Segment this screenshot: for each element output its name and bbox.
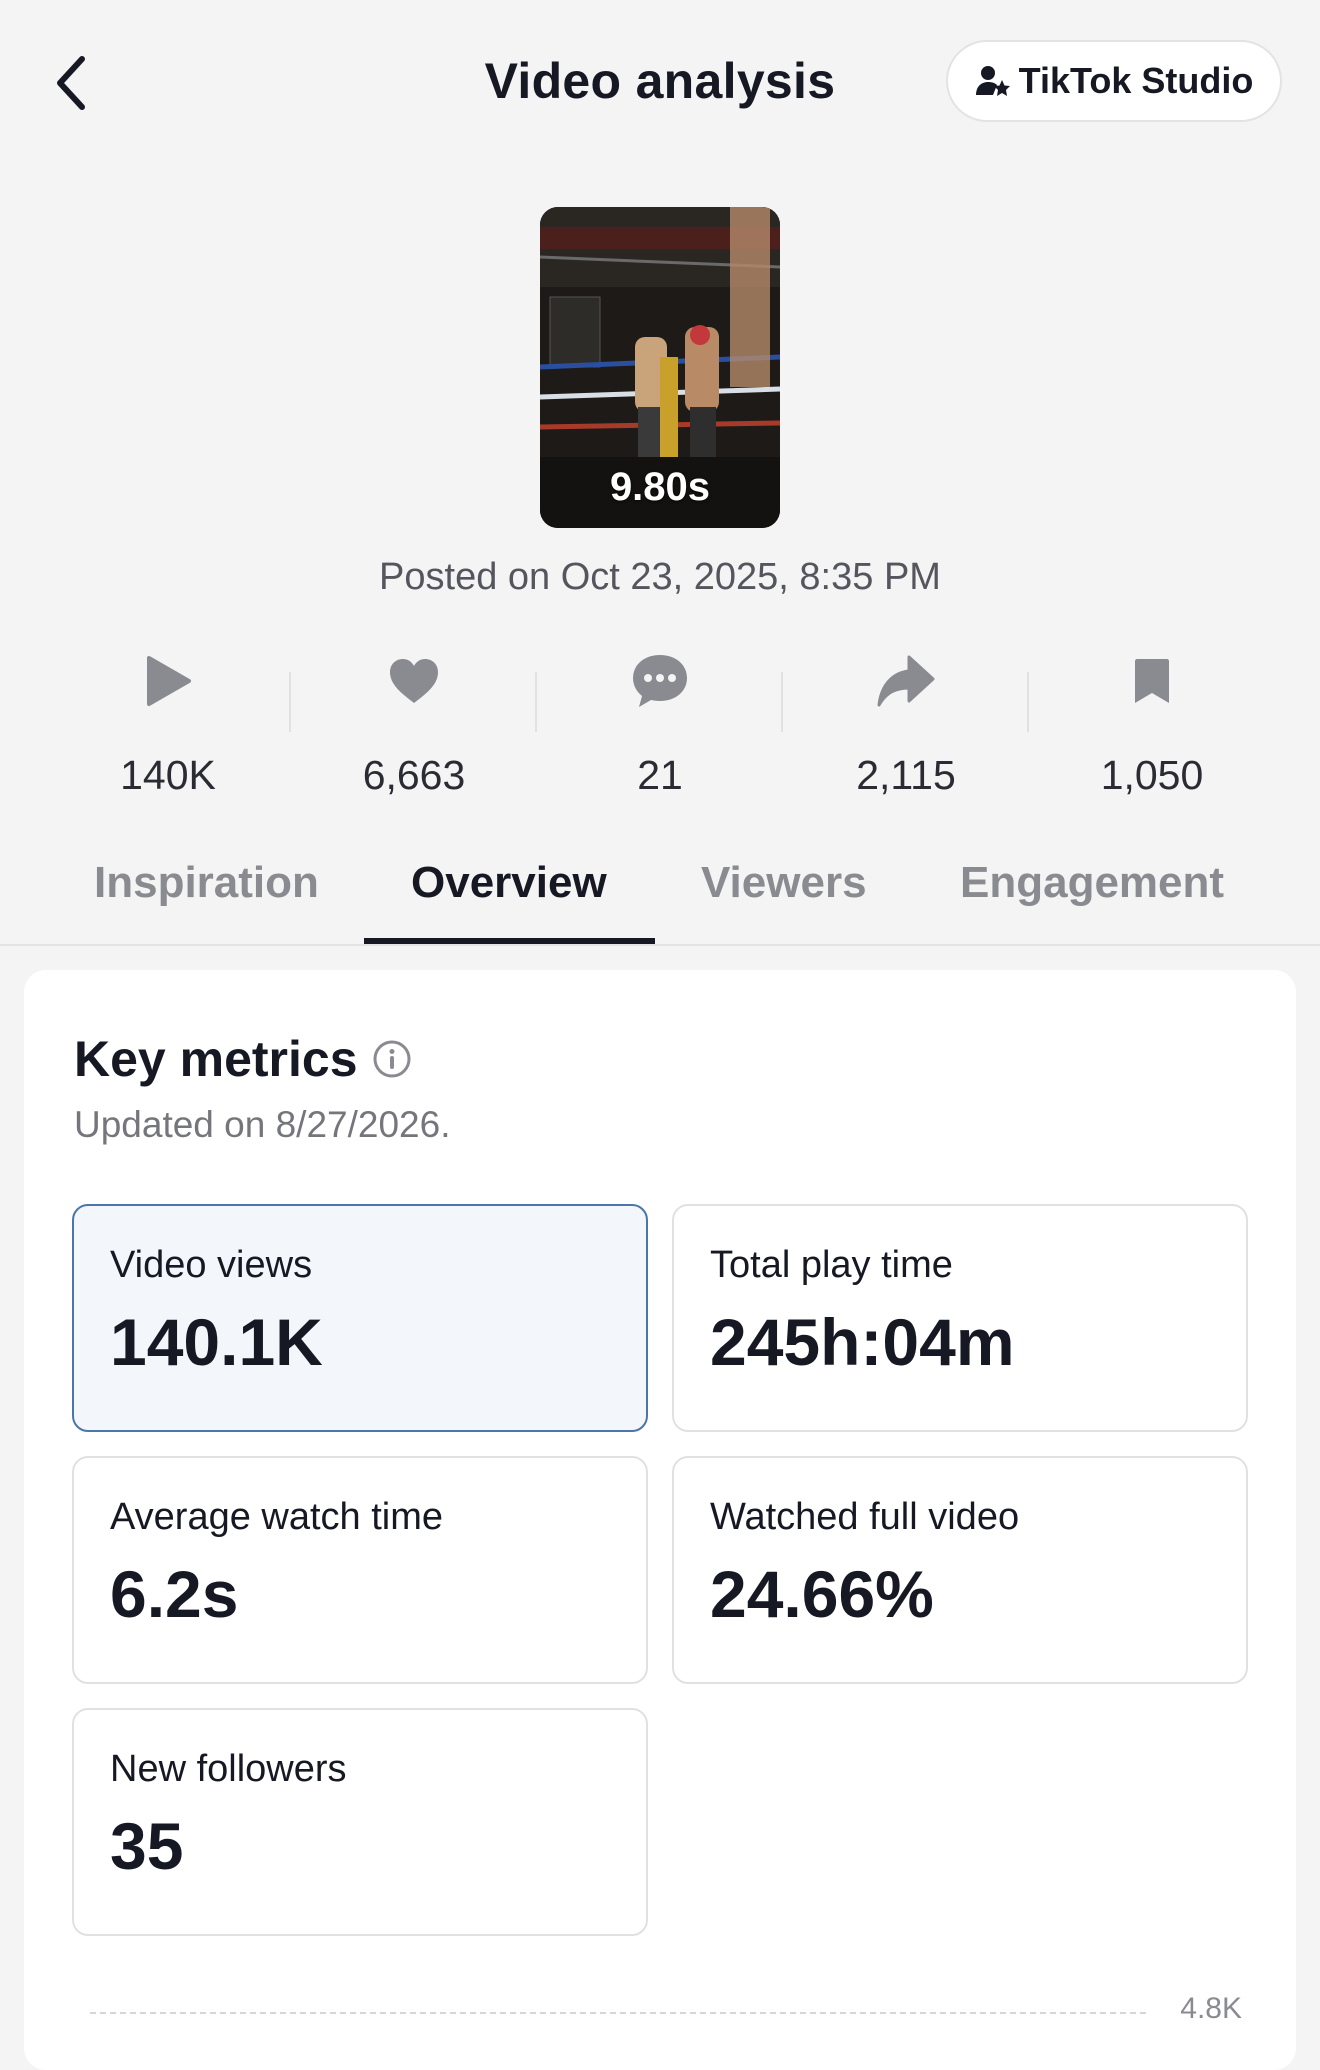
stat-likes: 6,663: [291, 648, 537, 798]
metric-average-watch-time[interactable]: Average watch time 6.2s: [72, 1456, 648, 1684]
stat-value: 1,050: [1100, 752, 1204, 798]
posted-date: Posted on Oct 23, 2025, 8:35 PM: [379, 556, 941, 598]
metric-new-followers[interactable]: New followers 35: [72, 1708, 648, 1936]
video-thumbnail[interactable]: 9.80s: [540, 207, 780, 528]
share-icon: [877, 655, 935, 707]
metric-value: 35: [110, 1809, 184, 1883]
metric-label: Video views: [110, 1244, 313, 1286]
metric-label: New followers: [110, 1748, 347, 1790]
tab-bar: Inspiration Overview Viewers Engagement: [0, 830, 1320, 946]
stat-shares: 2,115: [783, 648, 1029, 798]
stat-value: 21: [637, 752, 683, 798]
tab-viewers[interactable]: Viewers: [701, 858, 867, 908]
metric-value: 6.2s: [110, 1557, 239, 1631]
header: Video analysis TikTok Studio: [0, 0, 1320, 160]
views-chart: 4.8K: [66, 1992, 1266, 2025]
video-duration: 9.80s: [609, 465, 711, 509]
metric-label: Watched full video: [710, 1496, 1020, 1538]
key-metrics-card: Key metrics Updated on 8/27/2026. Video …: [24, 970, 1296, 2070]
stat-value: 6,663: [362, 752, 466, 798]
chart-gridline: [90, 2012, 1146, 2014]
bookmark-icon: [1135, 659, 1169, 703]
metric-value: 24.66%: [710, 1557, 934, 1631]
stat-value: 140K: [120, 752, 216, 798]
metric-value: 245h:04m: [710, 1305, 1015, 1379]
stat-comments: 21: [537, 648, 783, 798]
stat-value: 2,115: [856, 752, 956, 798]
tiktok-studio-button[interactable]: TikTok Studio: [946, 40, 1282, 122]
engagement-stats: 140K 6,663 21 2,115 1,050: [45, 648, 1275, 798]
tiktok-studio-label: TikTok Studio: [1018, 60, 1254, 101]
updated-date: Updated on 8/27/2026.: [74, 1104, 451, 1145]
metric-label: Total play time: [710, 1244, 953, 1286]
tab-overview[interactable]: Overview: [411, 858, 607, 908]
creator-star-icon: [975, 66, 1010, 96]
metric-total-play-time[interactable]: Total play time 245h:04m: [672, 1204, 1248, 1432]
heart-icon: [390, 659, 438, 703]
play-icon: [147, 656, 191, 706]
stat-saves: 1,050: [1029, 648, 1275, 798]
metric-watched-full-video[interactable]: Watched full video 24.66%: [672, 1456, 1248, 1684]
tab-inspiration[interactable]: Inspiration: [94, 858, 319, 908]
info-icon[interactable]: [372, 1039, 412, 1079]
metric-value: 140.1K: [110, 1305, 323, 1379]
metric-label: Average watch time: [110, 1496, 444, 1538]
stat-views: 140K: [45, 648, 291, 798]
comment-icon: [633, 655, 687, 707]
key-metrics-heading: Key metrics: [74, 1030, 412, 1088]
tab-engagement[interactable]: Engagement: [960, 858, 1224, 908]
active-tab-indicator: [364, 938, 655, 944]
metric-video-views[interactable]: Video views 140.1K: [72, 1204, 648, 1432]
key-metrics-title: Key metrics: [74, 1031, 358, 1087]
